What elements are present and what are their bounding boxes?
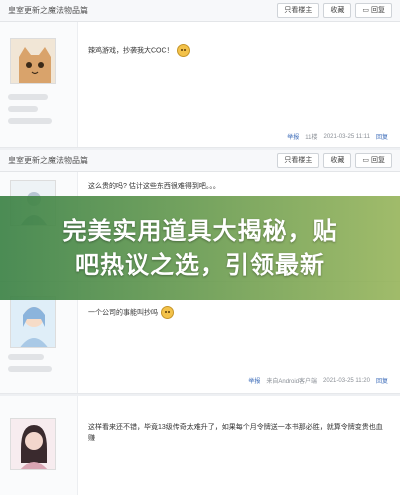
emoji-icon xyxy=(161,306,174,319)
thread-title: 皇室更新之魔法物品篇 xyxy=(8,6,88,15)
reply-icon: ▭ xyxy=(362,157,369,164)
post-reply-link[interactable]: 回复 xyxy=(376,132,388,141)
reply-icon: ▭ xyxy=(362,7,369,14)
post-reply-link[interactable]: 回复 xyxy=(376,376,388,385)
report-link[interactable]: 举报 xyxy=(287,132,299,141)
portrait-avatar-icon xyxy=(11,419,55,469)
reply-button-label: 回复 xyxy=(371,7,385,14)
post-4: 这样看来还不错，毕竟13级传奇太难升了，如果每个月令牌送一本书那必胜，就算令牌变… xyxy=(0,396,400,495)
anime-avatar-icon xyxy=(11,297,55,347)
only-op-button[interactable]: 只看楼主 xyxy=(277,3,320,18)
reply-button[interactable]: ▭ 回复 xyxy=(355,3,392,18)
post-content: 这样看来还不错，毕竟13级传奇太难升了，如果每个月令牌送一本书那必胜，就算令牌变… xyxy=(88,422,384,444)
post-meta: 举报 来自Android客户端 2021-03-25 11:20 回复 xyxy=(248,376,388,386)
reply-button-2[interactable]: ▭ 回复 xyxy=(355,153,392,168)
favorite-button[interactable]: 收藏 xyxy=(323,3,352,18)
banner-line-2: 吧热议之选，引领最新 xyxy=(75,251,325,279)
post-time: 2021-03-25 11:20 xyxy=(323,377,370,384)
client-label: 来自Android客户端 xyxy=(266,379,318,385)
avatar[interactable] xyxy=(10,38,56,84)
thread-header-bar-2: 皇室更新之魔法物品篇 只看楼主 收藏 ▭ 回复 xyxy=(0,150,400,172)
thread-title-2: 皇室更新之魔法物品篇 xyxy=(8,156,88,165)
post-text: 辣鸡游戏，抄袭我大COC！ xyxy=(88,47,174,55)
thread-header-bar: 皇室更新之魔法物品篇 只看楼主 收藏 ▭ 回复 xyxy=(0,0,400,22)
post-content: 一个公司的事能叫抄吗 xyxy=(88,306,174,319)
floor-label: 11楼 xyxy=(305,135,318,141)
post-author-panel xyxy=(0,396,78,495)
thread-toolbar: 只看楼主 收藏 ▭ 回复 xyxy=(277,3,392,18)
post-text: 这样看来还不错，毕竟13级传奇太难升了，如果每个月令牌送一本书那必胜，就算令牌变… xyxy=(88,424,383,442)
post-text: 一个公司的事能叫抄吗 xyxy=(88,309,158,317)
only-op-button-2[interactable]: 只看楼主 xyxy=(277,153,320,168)
post-meta: 举报 11楼 2021-03-25 11:11 回复 xyxy=(287,132,388,142)
post-1: 辣鸡游戏，抄袭我大COC！ 举报 11楼 2021-03-25 11:11 回复 xyxy=(0,22,400,148)
post-text: 这么贵的吗? 估计这些东西很难得到吧。。。 xyxy=(88,183,220,190)
favorite-button-2[interactable]: 收藏 xyxy=(323,153,352,168)
post-time: 2021-03-25 11:11 xyxy=(323,133,370,140)
banner-line-1: 完美实用道具大揭秘，贴 xyxy=(62,217,338,245)
post-content: 这么贵的吗? 估计这些东西很难得到吧。。。 xyxy=(88,181,220,192)
post-author-panel xyxy=(0,22,78,147)
report-link[interactable]: 举报 xyxy=(248,376,260,385)
avatar[interactable] xyxy=(10,418,56,470)
reply-button-label: 回复 xyxy=(371,157,385,164)
thread-toolbar-2: 只看楼主 收藏 ▭ 回复 xyxy=(277,153,392,168)
post-content: 辣鸡游戏，抄袭我大COC！ xyxy=(88,44,190,57)
avatar[interactable] xyxy=(10,296,56,348)
cat-avatar-icon xyxy=(11,39,55,83)
emoji-icon xyxy=(176,44,190,57)
headline-banner: 完美实用道具大揭秘，贴 吧热议之选，引领最新 xyxy=(0,196,400,300)
